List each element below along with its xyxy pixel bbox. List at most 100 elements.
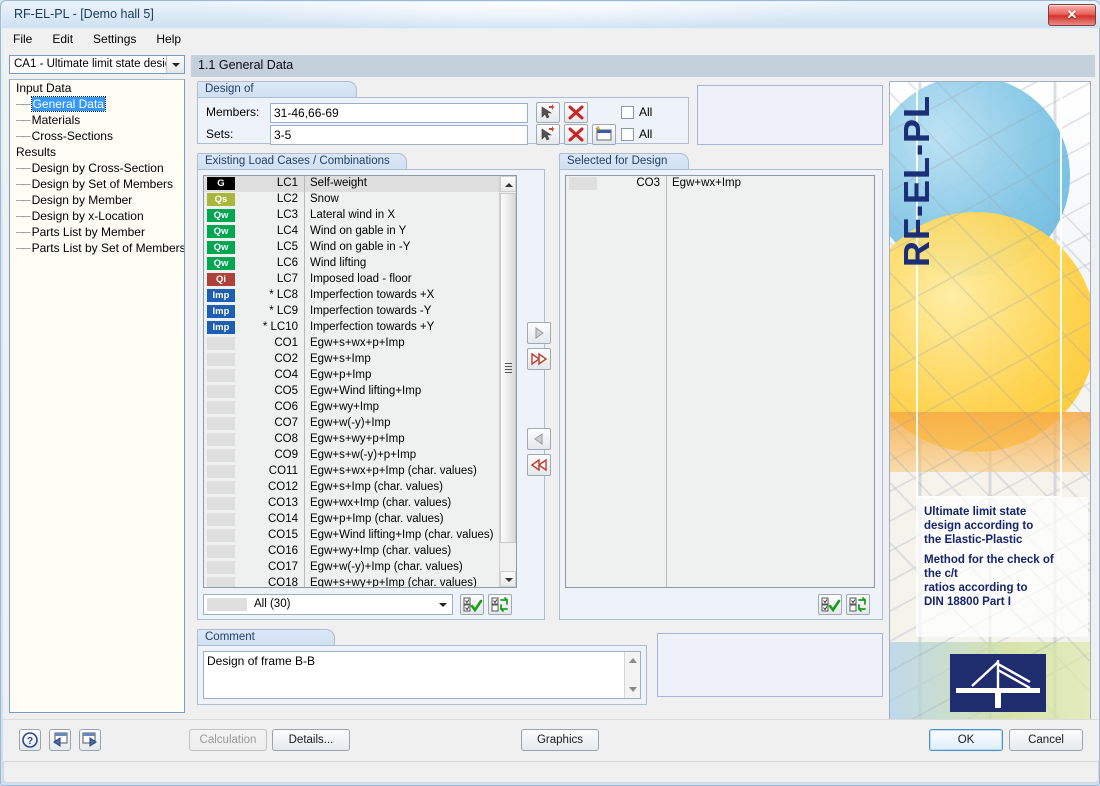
list-item[interactable]: Imp * LC10 Imperfection towards +Y bbox=[204, 320, 501, 336]
load-case-code: CO4 bbox=[274, 369, 298, 381]
sets-input[interactable]: 3-5 bbox=[270, 125, 528, 145]
list-item[interactable]: CO12 Egw+s+Imp (char. values) bbox=[204, 480, 501, 496]
sidebar-item-materials[interactable]: ── Materials bbox=[10, 112, 184, 128]
sidebar-item-design-by-cross-section[interactable]: ── Design by Cross-Section bbox=[10, 160, 184, 176]
list-item[interactable]: CO8 Egw+s+wy+p+Imp bbox=[204, 432, 501, 448]
existing-list-scrollbar[interactable] bbox=[499, 176, 516, 587]
sidebar-item-design-by-member[interactable]: ── Design by Member bbox=[10, 192, 184, 208]
scroll-down-arrow[interactable] bbox=[500, 571, 516, 587]
sidebar-item-label: General Data bbox=[30, 96, 106, 112]
sidebar-item-general-data[interactable]: ── General Data bbox=[10, 96, 184, 112]
footer-bar: ? Calculation Details... Graphics OK Can… bbox=[3, 719, 1099, 762]
selected-for-design-list[interactable]: CO3 Egw+wx+Imp bbox=[565, 175, 875, 588]
pick-sets-button[interactable] bbox=[536, 124, 560, 145]
details-button[interactable]: Details... bbox=[272, 729, 350, 751]
list-item[interactable]: CO16 Egw+wy+Imp (char. values) bbox=[204, 544, 501, 560]
all-sets-checkbox[interactable] bbox=[621, 128, 634, 141]
comment-scrollbar[interactable] bbox=[624, 652, 640, 698]
clear-sets-button[interactable] bbox=[564, 124, 588, 145]
list-item[interactable]: Qw LC3 Lateral wind in X bbox=[204, 208, 501, 224]
list-item[interactable]: CO13 Egw+wx+Imp (char. values) bbox=[204, 496, 501, 512]
previous-module-button[interactable] bbox=[49, 729, 71, 751]
load-case-badge bbox=[207, 449, 235, 462]
list-item[interactable]: Qi LC7 Imposed load - floor bbox=[204, 272, 501, 288]
chevron-down-icon[interactable] bbox=[435, 595, 452, 614]
existing-load-cases-list[interactable]: G LC1 Self-weight Qs LC2 Snow Qw LC3 Lateral win… bbox=[203, 175, 517, 588]
select-all-button[interactable] bbox=[460, 594, 484, 615]
list-item[interactable]: CO15 Egw+Wind lifting+Imp (char. values) bbox=[204, 528, 501, 544]
clear-members-button[interactable] bbox=[564, 102, 588, 123]
list-item[interactable]: CO14 Egw+p+Imp (char. values) bbox=[204, 512, 501, 528]
list-item[interactable]: CO5 Egw+Wind lifting+Imp bbox=[204, 384, 501, 400]
sidebar-item-cross-sections[interactable]: ── Cross-Sections bbox=[10, 128, 184, 144]
list-item[interactable]: Qw LC4 Wind on gable in Y bbox=[204, 224, 501, 240]
menu-item-help[interactable]: Help bbox=[146, 29, 191, 49]
list-item[interactable]: CO9 Egw+s+w(-y)+p+Imp bbox=[204, 448, 501, 464]
pick-members-button[interactable] bbox=[536, 102, 560, 123]
list-item[interactable]: Qw LC5 Wind on gable in -Y bbox=[204, 240, 501, 256]
list-item[interactable]: CO11 Egw+s+wx+p+Imp (char. values) bbox=[204, 464, 501, 480]
list-item[interactable]: CO4 Egw+p+Imp bbox=[204, 368, 501, 384]
comment-group-body: Design of frame B-B bbox=[197, 645, 647, 705]
load-case-code: CO1 bbox=[274, 337, 298, 349]
menu-item-edit[interactable]: Edit bbox=[42, 29, 83, 49]
new-set-button[interactable] bbox=[592, 124, 616, 145]
application-window: RF-EL-PL - [Demo hall 5] ✕ File Edit Set… bbox=[0, 0, 1100, 786]
list-item[interactable]: Imp * LC9 Imperfection towards -Y bbox=[204, 304, 501, 320]
menu-item-file[interactable]: File bbox=[3, 29, 42, 49]
remove-selected-button[interactable] bbox=[527, 428, 551, 450]
load-case-code: CO11 bbox=[268, 465, 298, 477]
sidebar-item-parts-list-by-set-of-members[interactable]: ── Parts List by Set of Members bbox=[10, 240, 184, 256]
load-case-filter-combo[interactable]: All (30) bbox=[203, 594, 453, 615]
list-item[interactable]: CO18 Egw+s+wy+p+Imp (char. values) bbox=[204, 576, 501, 588]
load-case-description: Snow bbox=[310, 193, 339, 205]
design-case-combo[interactable]: CA1 - Ultimate limit state design bbox=[9, 55, 185, 74]
load-case-code: * LC9 bbox=[269, 305, 298, 317]
sidebar-item-label: Design by Set of Members bbox=[31, 177, 173, 191]
help-button[interactable]: ? bbox=[19, 729, 41, 751]
load-case-description: Egw+s+wy+p+Imp (char. values) bbox=[310, 577, 477, 588]
list-item[interactable]: Qw LC6 Wind lifting bbox=[204, 256, 501, 272]
sidebar-item-design-by-set-of-members[interactable]: ── Design by Set of Members bbox=[10, 176, 184, 192]
arrow-left-icon bbox=[534, 433, 543, 445]
list-item[interactable]: CO2 Egw+s+Imp bbox=[204, 352, 501, 368]
scroll-down-arrow[interactable] bbox=[629, 687, 637, 692]
list-item[interactable]: CO6 Egw+wy+Imp bbox=[204, 400, 501, 416]
all-members-checkbox[interactable] bbox=[621, 106, 634, 119]
selected-select-all-button[interactable] bbox=[818, 594, 842, 615]
add-selected-button[interactable] bbox=[527, 322, 551, 344]
sidebar-item-parts-list-by-member[interactable]: ── Parts List by Member bbox=[10, 224, 184, 240]
chevron-down-icon[interactable] bbox=[166, 56, 184, 73]
close-button[interactable]: ✕ bbox=[1048, 4, 1096, 26]
comment-textarea[interactable]: Design of frame B-B bbox=[203, 651, 641, 699]
load-case-badge bbox=[207, 465, 235, 478]
scroll-up-arrow[interactable] bbox=[629, 658, 637, 663]
selected-invert-button[interactable] bbox=[846, 594, 870, 615]
load-case-badge bbox=[207, 497, 235, 510]
next-module-button[interactable] bbox=[79, 729, 101, 751]
list-item[interactable]: CO3 Egw+wx+Imp bbox=[566, 176, 874, 192]
scrollbar-thumb[interactable] bbox=[500, 193, 516, 543]
remove-all-button[interactable] bbox=[527, 454, 551, 476]
list-item[interactable]: Imp * LC8 Imperfection towards +X bbox=[204, 288, 501, 304]
list-item[interactable]: G LC1 Self-weight bbox=[204, 176, 501, 192]
list-item[interactable]: CO17 Egw+w(-y)+Imp (char. values) bbox=[204, 560, 501, 576]
sidebar-item-design-by-x-location[interactable]: ── Design by x-Location bbox=[10, 208, 184, 224]
calculation-button[interactable]: Calculation bbox=[189, 729, 267, 751]
ok-button[interactable]: OK bbox=[929, 729, 1003, 751]
cancel-button[interactable]: Cancel bbox=[1009, 729, 1083, 751]
members-input[interactable]: 31-46,66-69 bbox=[270, 103, 528, 123]
list-item[interactable]: Qs LC2 Snow bbox=[204, 192, 501, 208]
members-label: Members: bbox=[206, 105, 260, 119]
graphics-button[interactable]: Graphics bbox=[521, 729, 599, 751]
tree-dash-icon: ── bbox=[16, 99, 31, 111]
list-item[interactable]: CO1 Egw+s+wx+p+Imp bbox=[204, 336, 501, 352]
scroll-up-arrow[interactable] bbox=[500, 176, 516, 192]
top-right-blank-panel bbox=[697, 85, 883, 145]
comment-group: Comment Design of frame B-B bbox=[197, 629, 647, 705]
load-case-badge: Qs bbox=[207, 193, 235, 206]
invert-selection-button[interactable] bbox=[488, 594, 512, 615]
list-item[interactable]: CO7 Egw+w(-y)+Imp bbox=[204, 416, 501, 432]
menu-item-settings[interactable]: Settings bbox=[83, 29, 146, 49]
add-all-button[interactable] bbox=[527, 348, 551, 370]
